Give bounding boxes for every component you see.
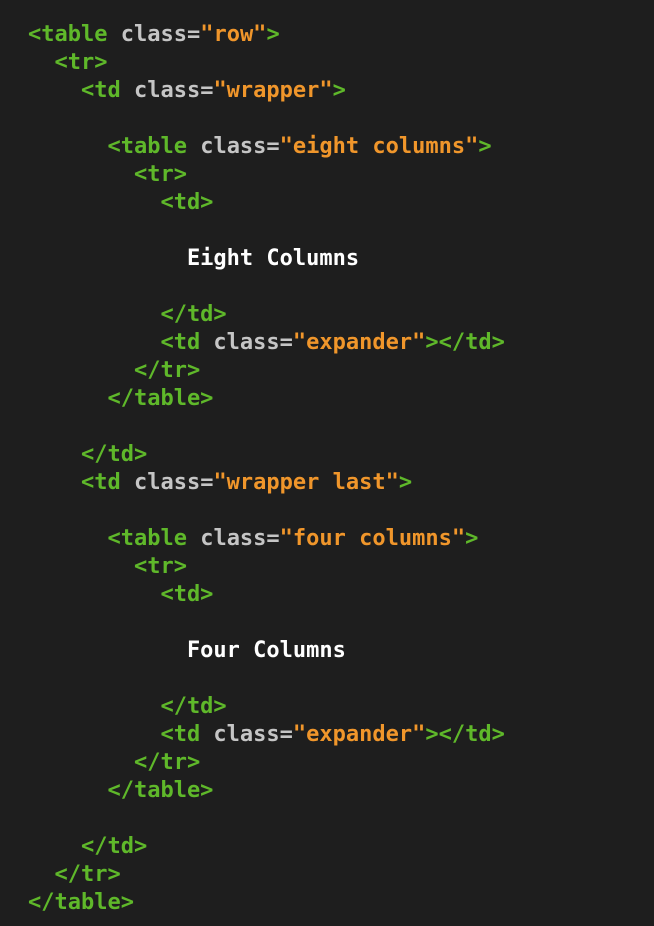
code-text-token: Eight Columns — [28, 246, 360, 271]
code-attribute-token: class= — [120, 78, 214, 103]
code-editor[interactable]: <table class="row"> <tr> <td class="wrap… — [0, 0, 654, 926]
code-string-token: "wrapper" — [213, 78, 333, 103]
code-line: </table> — [28, 889, 654, 917]
code-tag-token: <tr> — [28, 50, 108, 75]
code-tag-token: </table> — [28, 890, 134, 915]
code-string-token: "four columns" — [279, 526, 466, 551]
code-tag-token: > — [332, 78, 346, 103]
code-tag-token: <tr> — [28, 554, 187, 579]
code-line: Four Columns — [28, 637, 654, 665]
code-line: <tr> — [28, 553, 654, 581]
code-tag-token: <td> — [28, 190, 214, 215]
code-tag-token: </table> — [28, 778, 214, 803]
code-line: <td class="expander"></td> — [28, 329, 654, 357]
code-tag-token: ></td> — [425, 722, 505, 747]
code-tag-token: <td — [28, 78, 121, 103]
code-attribute-token: class= — [186, 526, 280, 551]
code-tag-token: </td> — [28, 694, 227, 719]
code-tag-token: <tr> — [28, 162, 187, 187]
code-attribute-token: class= — [120, 470, 214, 495]
code-line: <table class="eight columns"> — [28, 133, 654, 161]
code-line: </table> — [28, 777, 654, 805]
code-line: </tr> — [28, 749, 654, 777]
code-attribute-token: class= — [200, 722, 293, 747]
code-text-token: Four Columns — [28, 638, 346, 663]
code-string-token: "row" — [200, 22, 267, 47]
code-line: </table> — [28, 385, 654, 413]
code-string-token: "eight columns" — [279, 134, 479, 159]
code-tag-token: </td> — [28, 302, 227, 327]
code-tag-token: <td — [28, 330, 201, 355]
code-attribute-token: class= — [107, 22, 201, 47]
code-tag-token: </tr> — [28, 358, 201, 383]
code-line: </td> — [28, 441, 654, 469]
code-line: <td class="wrapper last"> — [28, 469, 654, 497]
code-line: <td> — [28, 581, 654, 609]
code-tag-token: <table — [28, 526, 187, 551]
code-tag-token: </table> — [28, 386, 214, 411]
code-tag-token: ></td> — [425, 330, 505, 355]
code-tag-token: <table — [28, 134, 187, 159]
code-attribute-token: class= — [200, 330, 293, 355]
code-line: </td> — [28, 693, 654, 721]
code-tag-token: <table — [28, 22, 108, 47]
code-tag-token: > — [465, 526, 479, 551]
code-tag-token: </tr> — [28, 750, 201, 775]
code-tag-token: <td — [28, 722, 201, 747]
code-string-token: "wrapper last" — [213, 470, 399, 495]
code-tag-token: > — [398, 470, 413, 495]
code-line: </tr> — [28, 357, 654, 385]
code-line: </td> — [28, 833, 654, 861]
code-line: Eight Columns — [28, 245, 654, 273]
code-tag-token: <td> — [28, 582, 214, 607]
code-line: <td> — [28, 189, 654, 217]
code-tag-token: </tr> — [28, 862, 121, 887]
code-line: <tr> — [28, 161, 654, 189]
code-tag-token: <td — [28, 470, 121, 495]
code-line: </tr> — [28, 861, 654, 889]
code-line: <table class="four columns"> — [28, 525, 654, 553]
code-tag-token: > — [478, 134, 492, 159]
code-line: <td class="wrapper"> — [28, 77, 654, 105]
code-line: <tr> — [28, 49, 654, 77]
code-string-token: "expander" — [292, 330, 426, 355]
code-tag-token: > — [266, 22, 280, 47]
code-tag-token: </td> — [28, 442, 148, 467]
code-line: <table class="row"> — [28, 21, 654, 49]
code-attribute-token: class= — [186, 134, 280, 159]
code-string-token: "expander" — [292, 722, 426, 747]
code-line: </td> — [28, 301, 654, 329]
code-line: <td class="expander"></td> — [28, 721, 654, 749]
code-tag-token: </td> — [28, 834, 148, 859]
